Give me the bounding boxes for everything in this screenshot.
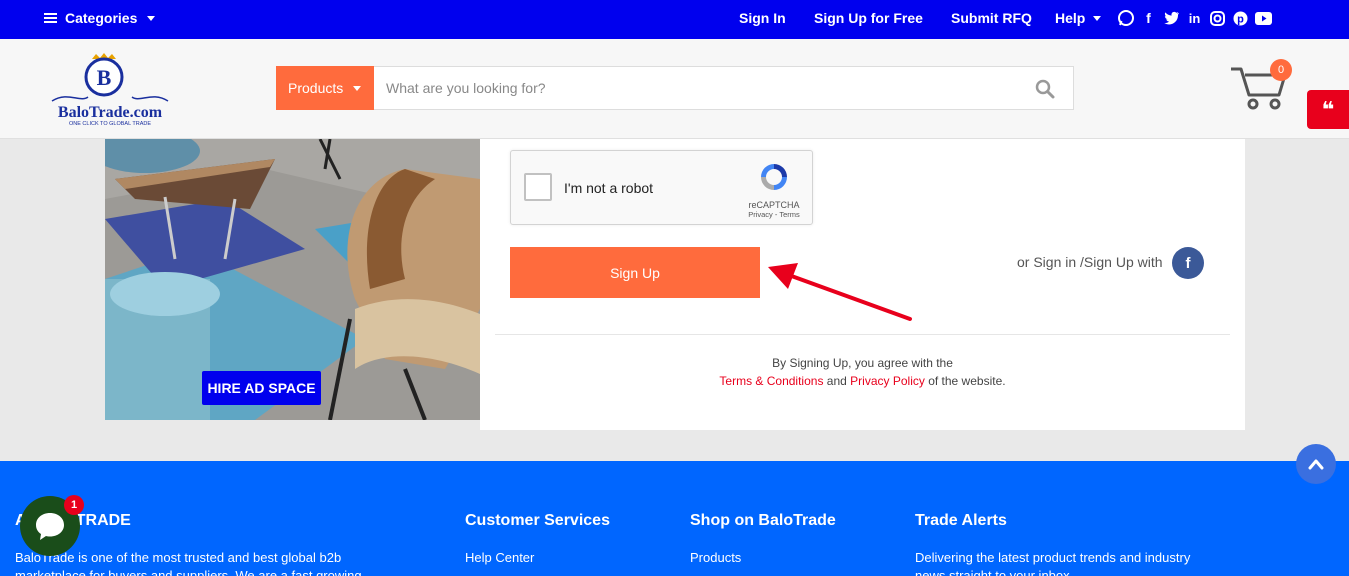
chevron-down-icon [353, 85, 362, 91]
instagram-icon[interactable] [1206, 9, 1229, 27]
footer-help-center-link[interactable]: Help Center [465, 550, 534, 565]
recaptcha-label: I'm not a robot [564, 180, 654, 196]
chat-bubble-icon [36, 513, 64, 540]
site-footer: A BALOTRADE BaloTrade is one of the most… [0, 461, 1349, 576]
recaptcha-widget: I'm not a robot reCAPTCHA Privacy - Term… [510, 150, 813, 225]
recaptcha-icon [761, 164, 787, 190]
help-label: Help [1055, 10, 1086, 26]
twitter-icon[interactable] [1160, 9, 1183, 27]
recaptcha-checkbox[interactable] [524, 173, 552, 201]
chat-notification-badge: 1 [64, 495, 84, 515]
svg-text:BaloTrade.com: BaloTrade.com [58, 104, 163, 121]
recaptcha-links[interactable]: Privacy - Terms [739, 210, 809, 219]
footer-products-link[interactable]: Products [690, 550, 741, 565]
divider [495, 334, 1230, 335]
quote-icon[interactable]: ❝ [1307, 90, 1349, 129]
scroll-to-top-button[interactable] [1296, 444, 1336, 484]
submit-rfq-link[interactable]: Submit RFQ [951, 10, 1032, 26]
sign-in-link[interactable]: Sign In [739, 10, 786, 26]
chevron-down-icon [1093, 15, 1102, 21]
svg-text:ONE CLICK TO GLOBAL TRADE: ONE CLICK TO GLOBAL TRADE [69, 121, 151, 127]
sign-up-link[interactable]: Sign Up for Free [814, 10, 923, 26]
terms-and: and [826, 374, 847, 388]
svg-text:p: p [1237, 13, 1244, 25]
categories-label: Categories [65, 10, 138, 26]
search-bar [374, 66, 1074, 110]
search-icon[interactable] [1035, 79, 1055, 104]
terms-suffix: of the website. [928, 374, 1006, 388]
alt-signin-label: or Sign in /Sign Up with [1017, 254, 1163, 270]
footer-customer-services-heading: Customer Services [465, 512, 610, 529]
privacy-policy-link[interactable]: Privacy Policy [850, 374, 925, 388]
footer-trade-alerts-text-2: news straight to your inbox. [915, 568, 1074, 576]
pinterest-icon[interactable]: p [1229, 9, 1252, 27]
recaptcha-logo: reCAPTCHA Privacy - Terms [739, 161, 809, 219]
menu-icon [44, 13, 57, 23]
whatsapp-icon[interactable] [1114, 9, 1137, 27]
red-arrow-annotation [768, 263, 912, 321]
balotrade-logo[interactable]: B BaloTrade.com ONE CLICK TO GLOBAL TRAD… [48, 53, 173, 127]
terms-intro: By Signing Up, you agree with the [772, 356, 953, 370]
sign-up-button[interactable]: Sign Up [510, 247, 760, 298]
facebook-signin-icon[interactable]: f [1172, 247, 1204, 279]
linkedin-icon[interactable]: in [1183, 9, 1206, 27]
site-header: B BaloTrade.com ONE CLICK TO GLOBAL TRAD… [0, 39, 1349, 139]
chevron-down-icon [147, 15, 156, 21]
categories-menu[interactable]: Categories [44, 10, 156, 26]
social-links: f in p [1114, 9, 1275, 27]
youtube-icon[interactable] [1252, 9, 1275, 27]
terms-line: Terms & Conditions and Privacy Policy of… [480, 374, 1245, 388]
cart-count-badge: 0 [1270, 59, 1292, 81]
top-navigation-bar: Categories Sign In Sign Up for Free Subm… [0, 0, 1349, 39]
hire-ad-space-button[interactable]: HIRE AD SPACE [202, 371, 321, 405]
chevron-up-icon [1308, 459, 1324, 470]
search-category-label: Products [288, 80, 344, 96]
help-menu[interactable]: Help [1055, 10, 1102, 26]
footer-trade-alerts-text: Delivering the latest product trends and… [915, 550, 1191, 565]
search-category-dropdown[interactable]: Products [276, 66, 374, 110]
facebook-icon[interactable]: f [1137, 9, 1160, 27]
search-input[interactable] [374, 67, 1014, 109]
terms-conditions-link[interactable]: Terms & Conditions [719, 374, 823, 388]
recaptcha-brand: reCAPTCHA [748, 200, 800, 210]
logo-letter: B [97, 65, 112, 90]
footer-about-text-2: marketplace for buyers and suppliers. We… [15, 568, 362, 576]
footer-shop-heading: Shop on BaloTrade [690, 512, 836, 529]
footer-trade-alerts-heading: Trade Alerts [915, 512, 1007, 529]
